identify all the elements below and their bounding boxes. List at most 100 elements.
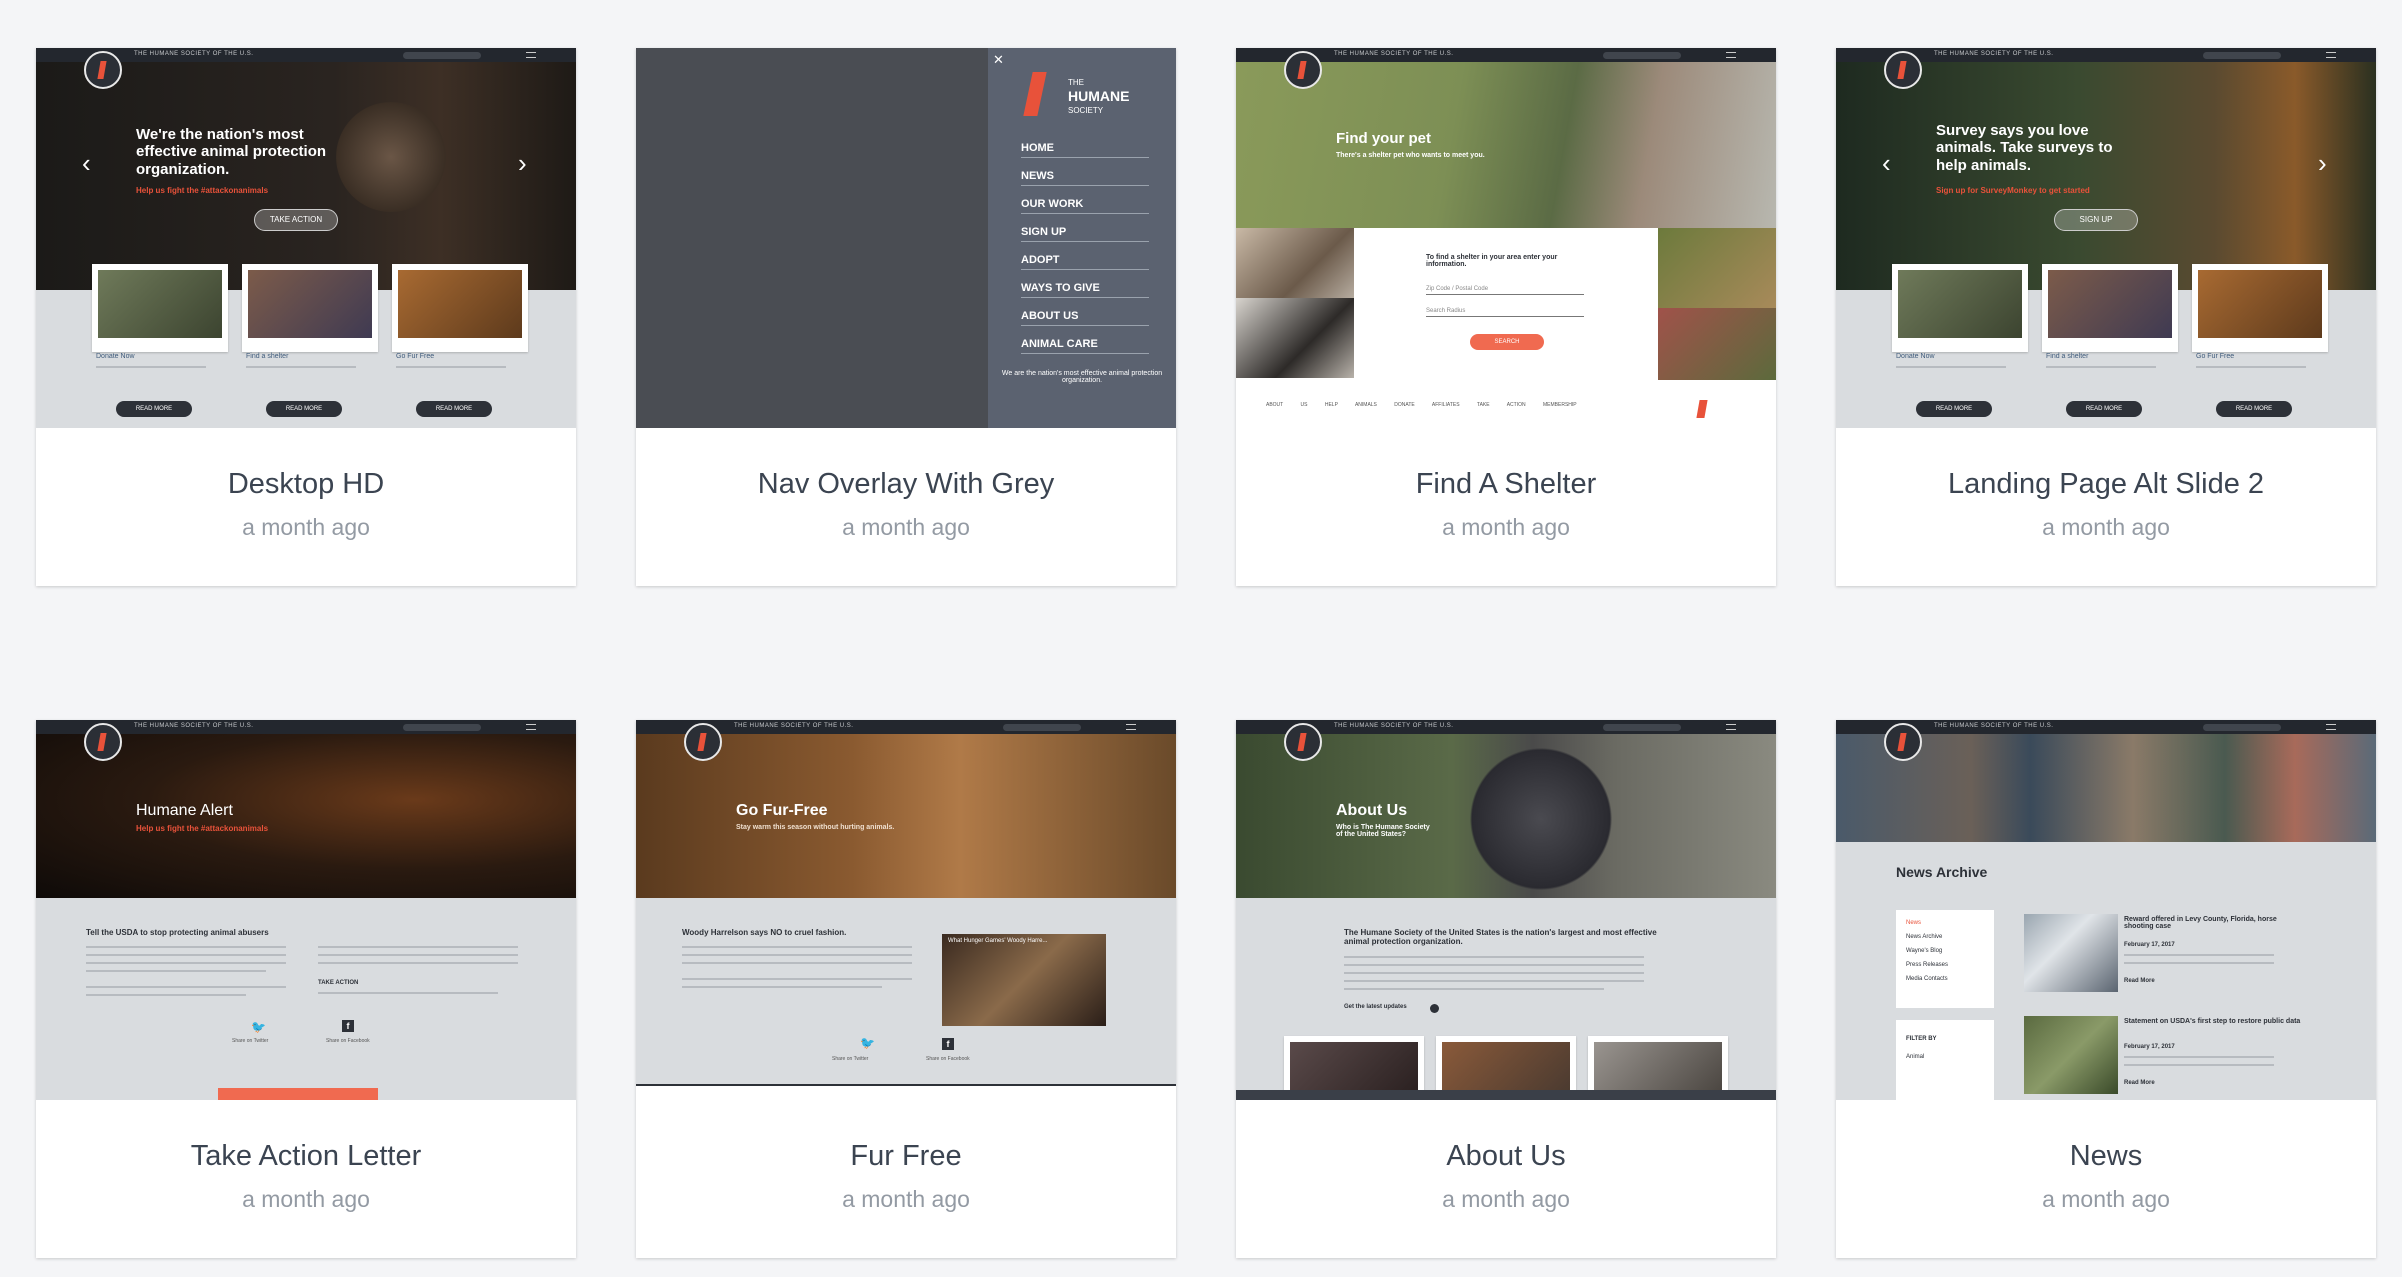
sidebar-item: Wayne's Blog (1906, 948, 1943, 954)
tile-donate (1892, 264, 2028, 352)
tile-label: Find a shelter (2046, 353, 2089, 360)
card-title[interactable]: Fur Free (636, 1140, 1176, 1173)
screen-card-take-action[interactable]: THE HUMANE SOCIETY OF THE U.S. Humane Al… (36, 720, 576, 1258)
screen-thumbnail: THE HUMANE SOCIETY OF THE U.S. News Arch… (1836, 720, 2376, 1100)
chevron-left-icon: ‹ (1882, 148, 1891, 178)
news-date: February 17, 2017 (2124, 1044, 2175, 1050)
screen-card-about-us[interactable]: THE HUMANE SOCIETY OF THE U.S. About Us … (1236, 720, 1776, 1258)
tile-shelter (2042, 264, 2178, 352)
screen-card-landing-alt[interactable]: THE HUMANE SOCIETY OF THE U.S. Survey sa… (1836, 48, 2376, 586)
hero-banner (1836, 62, 2376, 290)
hero-subline: Help us fight the #attackonanimals (136, 824, 269, 833)
screen-thumbnail: THE HUMANE SOCIETY OF THE U.S. About Us … (1236, 720, 1776, 1100)
tile-label: Donate Now (1896, 353, 1935, 360)
news-headline: Reward offered in Levy County, Florida, … (2124, 916, 2277, 930)
nav-link: SIGN UP (1021, 226, 1149, 242)
text-line (318, 954, 518, 956)
read-more-button: READ MORE (416, 401, 492, 417)
form-title: To find a shelter in your area enter you… (1426, 254, 1558, 268)
hero-subline: Stay warm this season without hurting an… (736, 824, 895, 831)
text-line (96, 366, 206, 368)
read-more-button: READ MORE (2066, 401, 2142, 417)
news-sidebar: News News Archive Wayne's Blog Press Rel… (1896, 910, 1994, 1008)
text-line (1344, 956, 1644, 958)
share-facebook: Share on Facebook (326, 1038, 370, 1044)
card-timestamp: a month ago (842, 1186, 970, 1212)
text-line (246, 366, 356, 368)
text-line (682, 978, 912, 980)
text-line (1344, 988, 1604, 990)
card-title[interactable]: Landing Page Alt Slide 2 (1836, 468, 2376, 501)
screen-card-find-shelter[interactable]: THE HUMANE SOCIETY OF THE U.S. Find your… (1236, 48, 1776, 586)
close-icon: ✕ (993, 52, 1004, 67)
letter-title: Tell the USDA to stop protecting animal … (86, 928, 269, 937)
footer-link: TAKE ACTION (1476, 402, 1526, 408)
card-title[interactable]: Nav Overlay With Grey (636, 468, 1176, 501)
read-more-button: READ MORE (266, 401, 342, 417)
screen-card-nav-overlay[interactable]: THE HUMANE SOCIETY We are the nation's m… (636, 48, 1176, 586)
search-field (1603, 52, 1681, 59)
news-date: February 17, 2017 (2124, 942, 2175, 948)
hero-headline: Survey says you love animals. Take surve… (1936, 122, 2113, 174)
card-timestamp: a month ago (1442, 514, 1570, 540)
text-line (1896, 366, 2006, 368)
text-line (86, 962, 286, 964)
facebook-icon: f (942, 1038, 954, 1050)
facebook-icon: f (342, 1020, 354, 1032)
read-more-link: Read More (2124, 978, 2155, 984)
text-line (682, 946, 912, 948)
card-title[interactable]: Take Action Letter (36, 1140, 576, 1173)
brand-bar-text: THE HUMANE SOCIETY OF THE U.S. (134, 51, 254, 57)
nav-link: WAYS TO GIVE (1021, 282, 1149, 298)
photo-left-bottom (1236, 298, 1354, 378)
sidebar-item: News (1906, 920, 1922, 926)
screen-card-fur-free[interactable]: THE HUMANE SOCIETY OF THE U.S. Go Fur-Fr… (636, 720, 1176, 1258)
text-line (682, 954, 912, 956)
text-line (2124, 1064, 2274, 1066)
hero-subline: Help us fight the #attackonanimals (136, 186, 269, 195)
humane-logo (1884, 723, 1922, 761)
hero-headline: We're the nation's most effective animal… (136, 126, 327, 178)
text-line (2124, 1056, 2274, 1058)
sidebar-item: News Archive (1906, 934, 1943, 940)
text-line (1344, 964, 1644, 966)
twitter-icon: 🐦 (860, 1036, 875, 1050)
text-line (2196, 366, 2306, 368)
card-timestamp: a month ago (1442, 1186, 1570, 1212)
text-line (86, 986, 286, 988)
search-field (2203, 724, 2281, 731)
screen-card-news[interactable]: THE HUMANE SOCIETY OF THE U.S. News Arch… (1836, 720, 2376, 1258)
card-title[interactable]: News (1836, 1140, 2376, 1173)
hero-headline: Find your pet (1336, 130, 1431, 147)
search-field (403, 724, 481, 731)
hero-headline: Go Fur-Free (736, 802, 828, 819)
brand-bar-text: THE HUMANE SOCIETY OF THE U.S. (734, 723, 854, 729)
text-line (86, 954, 286, 956)
footer-link: ABOUT US (1266, 402, 1308, 408)
brand-bar-text: THE HUMANE SOCIETY OF THE U.S. (1334, 723, 1454, 729)
hero-subline: Who is The Humane Society of the United … (1336, 824, 1430, 838)
menu-icon (1726, 724, 1736, 730)
card-title[interactable]: Desktop HD (36, 468, 576, 501)
tile-donate (92, 264, 228, 352)
menu-icon (1126, 724, 1136, 730)
card-title[interactable]: Find A Shelter (1236, 468, 1776, 501)
hero-headline: About Us (1336, 802, 1408, 819)
nav-link: ADOPT (1021, 254, 1149, 270)
card-title[interactable]: About Us (1236, 1140, 1776, 1173)
tile-fur-free (392, 264, 528, 352)
search-field (2203, 52, 2281, 59)
text-line (2046, 366, 2156, 368)
hero-subline: There's a shelter pet who wants to meet … (1336, 152, 1485, 159)
brand-small: THE (1068, 78, 1084, 87)
text-line (2124, 954, 2274, 956)
nav-footer-text: We are the nation's most effective anima… (1001, 370, 1163, 384)
brand-sub: SOCIETY (1068, 106, 1104, 115)
text-line (86, 970, 266, 972)
text-line (682, 962, 912, 964)
sidebar-item: Media Contacts (1906, 976, 1948, 982)
card-timestamp: a month ago (242, 1186, 370, 1212)
screen-card-desktop-hd[interactable]: THE HUMANE SOCIETY OF THE U.S. We're the… (36, 48, 576, 586)
filter-panel: FILTER BY Animal (1896, 1020, 1994, 1100)
menu-icon (526, 52, 536, 58)
